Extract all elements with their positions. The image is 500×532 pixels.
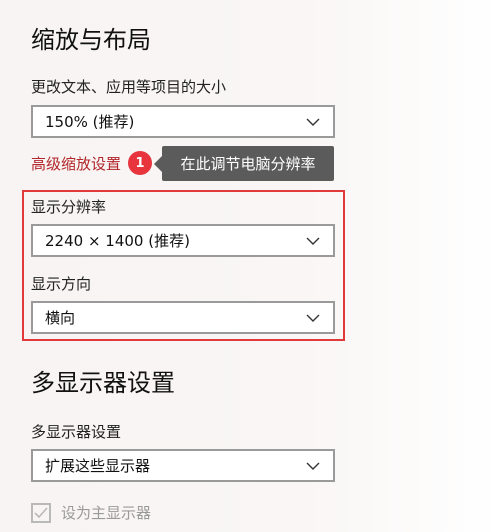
chevron-down-icon <box>301 229 325 253</box>
resolution-dropdown[interactable]: 2240 × 1400 (推荐) <box>31 224 335 257</box>
step-badge: 1 <box>128 151 152 175</box>
multi-display-title: 多显示器设置 <box>31 369 175 397</box>
scale-layout-title: 缩放与布局 <box>31 26 151 54</box>
orientation-dropdown[interactable]: 横向 <box>31 301 335 334</box>
text-size-value: 150% (推荐) <box>45 113 135 131</box>
chevron-down-icon <box>301 306 325 330</box>
multi-display-dropdown[interactable]: 扩展这些显示器 <box>31 449 335 482</box>
primary-display-checkbox[interactable] <box>31 502 51 523</box>
resolution-value: 2240 × 1400 (推荐) <box>45 232 190 250</box>
orientation-value: 横向 <box>45 309 76 327</box>
resolution-label: 显示分辨率 <box>31 198 107 216</box>
text-size-dropdown[interactable]: 150% (推荐) <box>31 105 335 138</box>
advanced-scaling-link[interactable]: 高级缩放设置 <box>31 154 121 174</box>
checkmark-icon <box>34 506 48 518</box>
tooltip-text: 在此调节电脑分辨率 <box>180 155 316 173</box>
primary-display-checkbox-row[interactable]: 设为主显示器 <box>31 502 151 523</box>
primary-display-label: 设为主显示器 <box>61 504 152 522</box>
orientation-label: 显示方向 <box>31 275 92 293</box>
chevron-down-icon <box>301 454 325 478</box>
resolution-tooltip: 在此调节电脑分辨率 <box>154 146 334 181</box>
text-size-label: 更改文本、应用等项目的大小 <box>31 78 227 96</box>
multi-display-label: 多显示器设置 <box>31 423 122 441</box>
chevron-down-icon <box>301 110 325 134</box>
multi-display-value: 扩展这些显示器 <box>45 457 151 475</box>
